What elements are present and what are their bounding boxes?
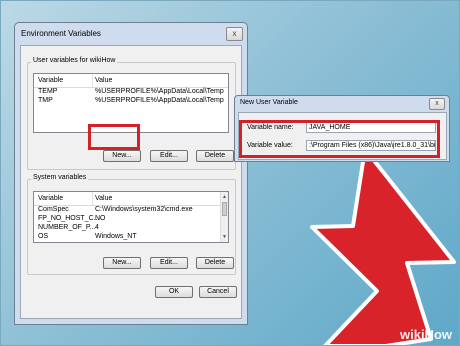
image-border [0, 0, 460, 346]
